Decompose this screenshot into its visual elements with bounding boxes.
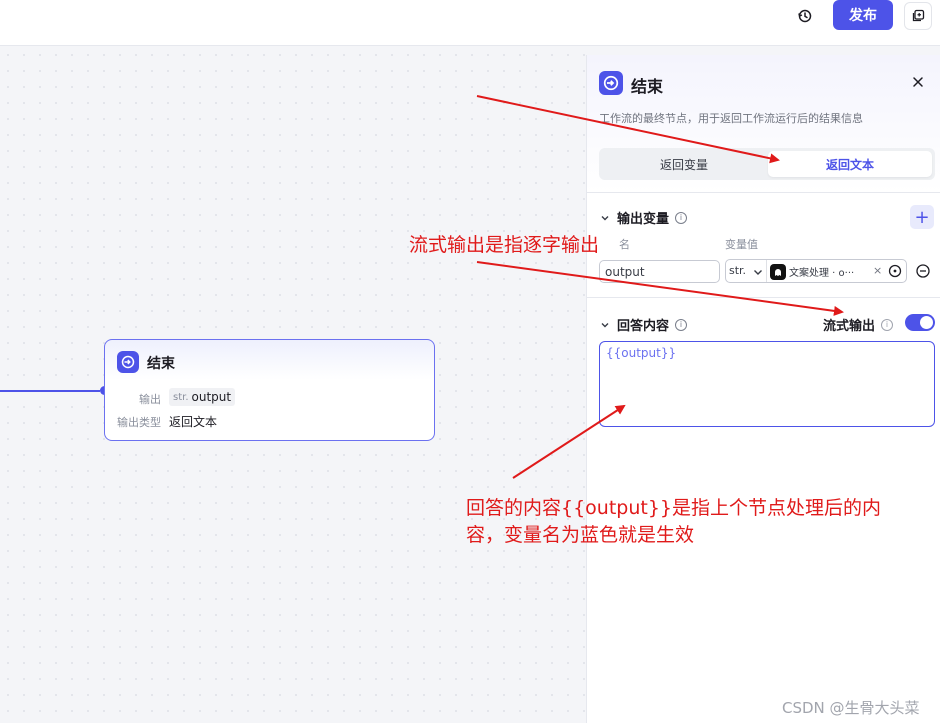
stream-output-label: 流式输出 i (823, 315, 894, 334)
info-icon[interactable]: i (675, 318, 688, 331)
copy-icon[interactable] (904, 2, 932, 30)
panel-title: 结束 (631, 77, 664, 96)
connection-edge (0, 390, 100, 392)
variable-name-input[interactable] (599, 260, 720, 283)
output-vars-header[interactable]: 输出变量 i (599, 208, 688, 227)
variable-reference-chip[interactable]: 文案处理 · o··· (770, 263, 880, 280)
return-mode-segment: 返回变量 返回文本 (599, 148, 935, 180)
col-value-label: 变量值 (725, 238, 758, 251)
col-name-label: 名 (619, 238, 630, 251)
node-output-type-value: 返回文本 (169, 415, 218, 429)
tab-return-variable[interactable]: 返回变量 (602, 151, 766, 177)
node-output-label: 输出 (139, 393, 161, 406)
node-output-name: output (191, 390, 232, 404)
remove-variable-icon[interactable] (915, 263, 931, 279)
node-output-type-label: 输出类型 (117, 416, 161, 429)
separator (766, 260, 767, 282)
chevron-down-icon[interactable] (599, 212, 611, 224)
clear-reference-button[interactable]: × (873, 264, 882, 277)
answer-content-editor[interactable]: {{output}} (599, 341, 935, 427)
answer-annotation-line1: 回答的内容{{output}}是指上个节点处理后的内 (466, 497, 882, 519)
end-node-icon (117, 351, 139, 373)
tab-return-text[interactable]: 返回文本 (768, 151, 932, 177)
target-icon[interactable] (888, 264, 902, 278)
history-icon[interactable] (791, 2, 819, 30)
divider (587, 297, 940, 298)
answer-content-header[interactable]: 回答内容 i (599, 315, 688, 334)
chevron-down-icon[interactable] (599, 319, 611, 331)
node-output-type: str. (173, 391, 189, 403)
node-settings-panel: 结束 工作流的最终节点，用于返回工作流运行后的结果信息 返回变量 返回文本 输出… (586, 55, 940, 723)
ghost-icon (770, 263, 786, 280)
close-icon[interactable] (909, 73, 927, 91)
variable-reference-text: 文案处理 · o··· (789, 268, 855, 279)
add-variable-button[interactable]: + (910, 205, 934, 229)
stream-output-text: 流式输出 (823, 319, 876, 334)
panel-description: 工作流的最终节点，用于返回工作流运行后的结果信息 (599, 112, 863, 125)
stream-output-annotation: 流式输出是指逐字输出 (409, 234, 600, 256)
output-vars-title: 输出变量 (617, 212, 670, 227)
variable-value-selector[interactable]: str. 文案处理 · o··· × (725, 259, 907, 283)
info-icon[interactable]: i (881, 318, 894, 331)
end-node-title: 结束 (147, 356, 175, 372)
stream-output-toggle[interactable] (905, 314, 935, 331)
top-bar: 发布 (0, 0, 940, 46)
toggle-knob (920, 316, 933, 329)
watermark: CSDN @生骨大头菜 (782, 699, 920, 717)
node-output-tag: str. output (169, 388, 236, 406)
divider (587, 192, 940, 193)
variable-type: str. (729, 264, 747, 277)
answer-annotation-line2: 容，变量名为蓝色就是生效 (466, 524, 695, 546)
end-node-icon (599, 71, 623, 95)
answer-content-title: 回答内容 (617, 319, 670, 334)
end-node[interactable]: 结束 输出 str. output 输出类型 返回文本 (104, 339, 435, 441)
info-icon[interactable]: i (675, 211, 688, 224)
workflow-canvas[interactable]: 结束 输出 str. output 输出类型 返回文本 (0, 47, 586, 723)
publish-button[interactable]: 发布 (833, 0, 893, 30)
chevron-down-icon[interactable] (752, 266, 764, 278)
panel-header: 结束 工作流的最终节点，用于返回工作流运行后的结果信息 返回变量 返回文本 (587, 55, 940, 193)
